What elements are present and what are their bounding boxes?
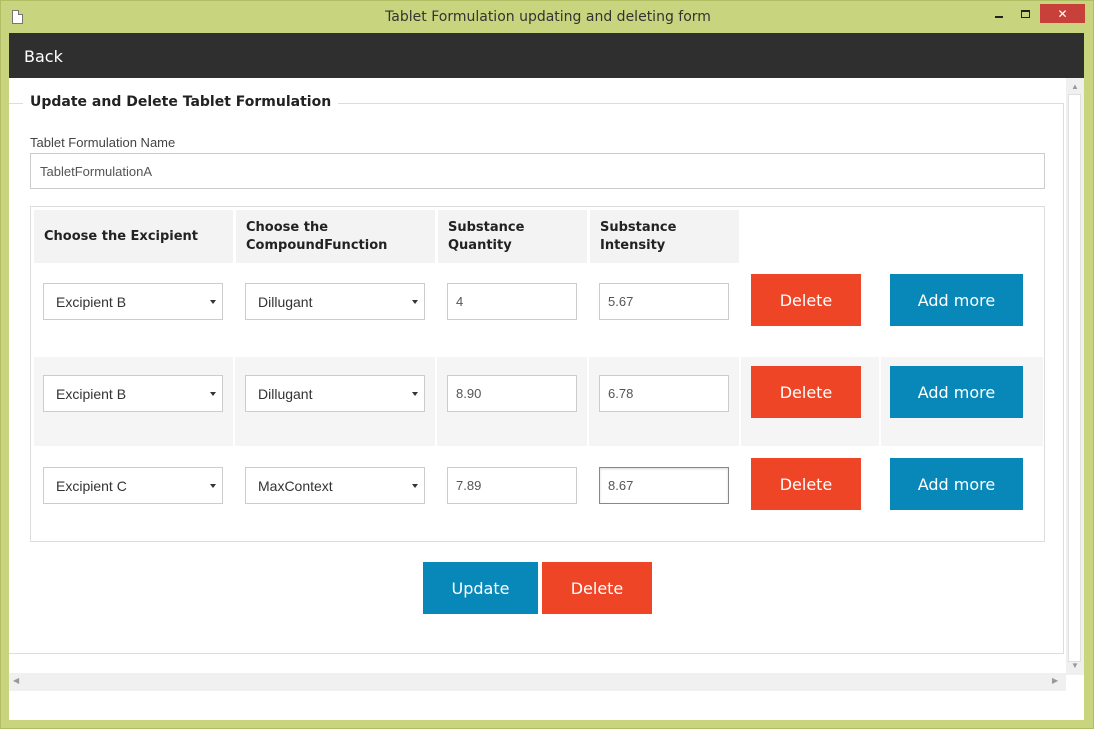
- excipient-select[interactable]: Excipient B: [43, 375, 223, 412]
- header-substance-quantity: Substance Quantity: [438, 210, 587, 263]
- row-delete-button[interactable]: Delete: [751, 458, 861, 510]
- intensity-value: 6.78: [608, 386, 634, 401]
- scroll-up-icon[interactable]: ▲: [1071, 82, 1079, 91]
- scroll-right-icon[interactable]: ▶: [1052, 676, 1058, 685]
- quantity-value: 8.90: [456, 386, 482, 401]
- caret-down-icon: [210, 484, 216, 488]
- caret-down-icon: [412, 484, 418, 488]
- add-more-button[interactable]: Add more: [890, 366, 1023, 418]
- header-excipient: Choose the Excipient: [34, 210, 233, 263]
- intensity-input[interactable]: 8.67: [599, 467, 729, 504]
- close-button[interactable]: ✕: [1040, 4, 1085, 23]
- caret-down-icon: [210, 392, 216, 396]
- app-window: Tablet Formulation updating and deleting…: [0, 0, 1094, 729]
- vertical-scrollbar[interactable]: ▲ ▼: [1066, 78, 1084, 675]
- quantity-value: 7.89: [456, 478, 482, 493]
- minimize-icon: [995, 15, 1003, 18]
- quantity-value: 4: [456, 294, 464, 309]
- row-delete-button[interactable]: Delete: [751, 366, 861, 418]
- horizontal-scrollbar[interactable]: ◀ ▶: [9, 673, 1066, 691]
- scroll-thumb[interactable]: [1068, 94, 1081, 662]
- update-button[interactable]: Update: [423, 562, 538, 614]
- compound-function-select[interactable]: Dillugant: [245, 283, 425, 320]
- navbar: Back: [9, 33, 1084, 78]
- scroll-left-icon[interactable]: ◀: [13, 676, 19, 685]
- formulation-name-label: Tablet Formulation Name: [30, 135, 176, 150]
- compound-function-value: Dillugant: [258, 293, 313, 310]
- add-more-button[interactable]: Add more: [890, 458, 1023, 510]
- formulation-name-value: TabletFormulationA: [40, 163, 152, 179]
- scroll-down-icon[interactable]: ▼: [1071, 661, 1079, 670]
- client-area: Back Update and Delete Tablet Formulatio…: [9, 33, 1084, 720]
- delete-formulation-button[interactable]: Delete: [542, 562, 652, 614]
- maximize-button[interactable]: [1014, 4, 1036, 23]
- excipient-table: Choose the Excipient Choose the Compound…: [30, 206, 1045, 542]
- quantity-input[interactable]: 4: [447, 283, 577, 320]
- row-delete-button[interactable]: Delete: [751, 274, 861, 326]
- close-icon: ✕: [1057, 6, 1068, 21]
- document-icon: [12, 10, 23, 24]
- quantity-input[interactable]: 8.90: [447, 375, 577, 412]
- header-substance-intensity: Substance Intensity: [590, 210, 739, 263]
- intensity-input[interactable]: 5.67: [599, 283, 729, 320]
- add-more-button[interactable]: Add more: [890, 274, 1023, 326]
- minimize-button[interactable]: [988, 4, 1010, 23]
- excipient-select-value: Excipient C: [56, 477, 127, 494]
- back-link[interactable]: Back: [24, 47, 63, 66]
- header-compound-function: Choose the CompoundFunction: [236, 210, 435, 263]
- excipient-select-value: Excipient B: [56, 293, 127, 310]
- quantity-input[interactable]: 7.89: [447, 467, 577, 504]
- excipient-select-value: Excipient B: [56, 385, 127, 402]
- window-title: Tablet Formulation updating and deleting…: [385, 9, 711, 25]
- maximize-icon: [1020, 9, 1030, 18]
- compound-function-value: Dillugant: [258, 385, 313, 402]
- intensity-input[interactable]: 6.78: [599, 375, 729, 412]
- caret-down-icon: [412, 300, 418, 304]
- compound-function-select[interactable]: MaxContext: [245, 467, 425, 504]
- caret-down-icon: [210, 300, 216, 304]
- compound-function-select[interactable]: Dillugant: [245, 375, 425, 412]
- excipient-select[interactable]: Excipient C: [43, 467, 223, 504]
- intensity-value: 8.67: [608, 478, 634, 493]
- form-legend: Update and Delete Tablet Formulation: [23, 94, 339, 110]
- intensity-value: 5.67: [608, 294, 634, 309]
- excipient-select[interactable]: Excipient B: [43, 283, 223, 320]
- formulation-name-input[interactable]: TabletFormulationA: [30, 153, 1045, 189]
- caret-down-icon: [412, 392, 418, 396]
- title-bar[interactable]: Tablet Formulation updating and deleting…: [1, 1, 1094, 33]
- compound-function-value: MaxContext: [258, 477, 333, 494]
